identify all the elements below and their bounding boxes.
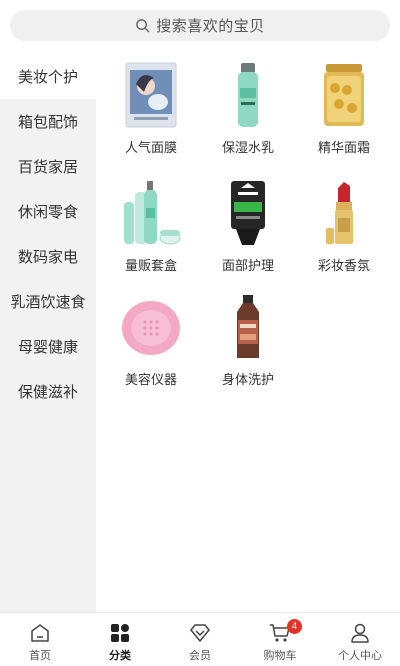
product-item-gift-set[interactable]: 量贩套盒 — [106, 178, 196, 274]
sidebar-item-digital[interactable]: 数码家电 — [0, 234, 96, 279]
sidebar-item-health[interactable]: 保健滋补 — [0, 369, 96, 414]
tab-cart[interactable]: 4 购物车 — [240, 613, 320, 666]
moisturizer-bottle-image — [216, 60, 280, 128]
face-mask-image — [119, 60, 183, 128]
sidebar-item-baby[interactable]: 母婴健康 — [0, 324, 96, 369]
product-label: 精华面霜 — [317, 140, 370, 155]
search-input[interactable]: 搜索喜欢的宝贝 — [10, 10, 390, 41]
lipstick-image — [312, 178, 376, 246]
essence-capsules-image — [312, 60, 376, 128]
product-label: 面部护理 — [221, 258, 274, 273]
gift-set-image — [119, 178, 183, 246]
cart-count-badge: 4 — [287, 619, 302, 634]
search-icon — [136, 19, 150, 33]
diamond-icon — [190, 624, 210, 642]
tab-label: 个人中心 — [338, 650, 382, 662]
sidebar-item-bags[interactable]: 箱包配饰 — [0, 99, 96, 144]
sidebar-item-label: 数码家电 — [17, 249, 78, 266]
product-label: 美容仪器 — [124, 372, 177, 387]
sidebar-item-label: 百货家居 — [17, 159, 78, 176]
tab-label: 购物车 — [263, 650, 297, 662]
cleansing-device-image — [119, 292, 183, 360]
tab-label: 首页 — [29, 650, 51, 662]
product-item-moisturizer[interactable]: 保湿水乳 — [203, 60, 293, 156]
sidebar-item-label: 母婴健康 — [17, 339, 78, 356]
home-icon — [31, 624, 49, 642]
sidebar-item-label: 箱包配饰 — [17, 114, 78, 131]
sidebar-item-label: 乳酒饮速食 — [10, 294, 86, 311]
product-label: 人气面膜 — [124, 140, 177, 155]
user-icon — [351, 623, 369, 643]
sidebar-item-snacks[interactable]: 休闲零食 — [0, 189, 96, 234]
product-label: 量贩套盒 — [124, 258, 177, 273]
tab-label: 分类 — [109, 650, 131, 662]
sidebar-item-home[interactable]: 百货家居 — [0, 144, 96, 189]
product-item-face-care[interactable]: 面部护理 — [203, 178, 293, 274]
search-placeholder: 搜索喜欢的宝贝 — [156, 18, 265, 35]
tab-profile[interactable]: 个人中心 — [320, 613, 400, 666]
tab-category[interactable]: 分类 — [80, 613, 160, 666]
product-item-essence[interactable]: 精华面霜 — [299, 60, 389, 156]
product-item-face-mask[interactable]: 人气面膜 — [106, 60, 196, 156]
tab-member[interactable]: 会员 — [160, 613, 240, 666]
tab-home[interactable]: 首页 — [0, 613, 80, 666]
product-label: 身体洗护 — [221, 372, 274, 387]
sidebar-item-label: 休闲零食 — [17, 204, 78, 221]
sidebar-item-label: 保健滋补 — [17, 384, 78, 401]
search-bar: 搜索喜欢的宝贝 — [0, 0, 400, 54]
bottom-tab-bar: 首页 分类 会员 4 购物车 个人中心 — [0, 612, 400, 666]
face-cleanser-image — [216, 178, 280, 246]
sidebar-item-label: 美妆个护 — [17, 69, 78, 86]
product-label: 彩妆香氛 — [317, 258, 370, 273]
sidebar-item-drinks[interactable]: 乳酒饮速食 — [0, 279, 96, 324]
category-grid-icon — [111, 624, 129, 642]
product-grid: 人气面膜 保湿水乳 精华面霜 量贩套盒 面部护理 彩妆香氛 美容仪器 身体洗护 — [96, 54, 400, 612]
sidebar-item-beauty[interactable]: 美妆个护 — [0, 54, 96, 99]
body-wash-image — [216, 292, 280, 360]
product-item-beauty-device[interactable]: 美容仪器 — [106, 292, 196, 388]
product-item-lipstick[interactable]: 彩妆香氛 — [299, 178, 389, 274]
product-item-body-care[interactable]: 身体洗护 — [203, 292, 293, 388]
product-label: 保湿水乳 — [221, 140, 274, 155]
category-sidebar: 美妆个护 箱包配饰 百货家居 休闲零食 数码家电 乳酒饮速食 母婴健康 保健滋补 — [0, 54, 96, 612]
tab-label: 会员 — [189, 650, 211, 662]
